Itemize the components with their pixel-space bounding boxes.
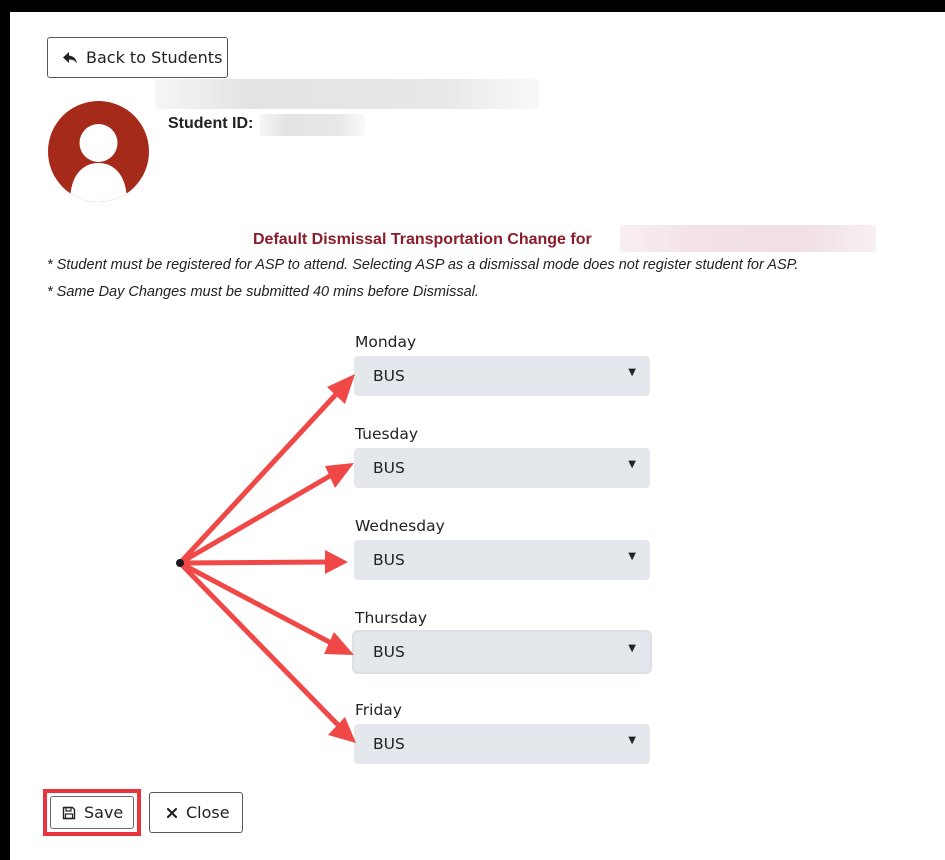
arrow-origin-dot [176,559,184,567]
save-button-label: Save [84,803,124,822]
arrow-to-friday [177,560,344,731]
arrow-to-wednesday [177,559,331,566]
arrow-to-monday [177,387,343,566]
arrow-to-thursday [177,560,338,648]
close-button[interactable]: Close [149,792,243,833]
arrowhead-wednesday [325,550,348,574]
page: Back to Students Student ID: Default Dis… [10,12,945,860]
arrow-to-tuesday [177,470,338,566]
floppy-disk-icon [62,806,76,819]
close-icon [166,807,178,818]
annotation-arrows [176,374,356,743]
arrowhead-tuesday [325,463,354,488]
save-button[interactable]: Save [50,796,134,829]
close-button-label: Close [186,803,230,822]
